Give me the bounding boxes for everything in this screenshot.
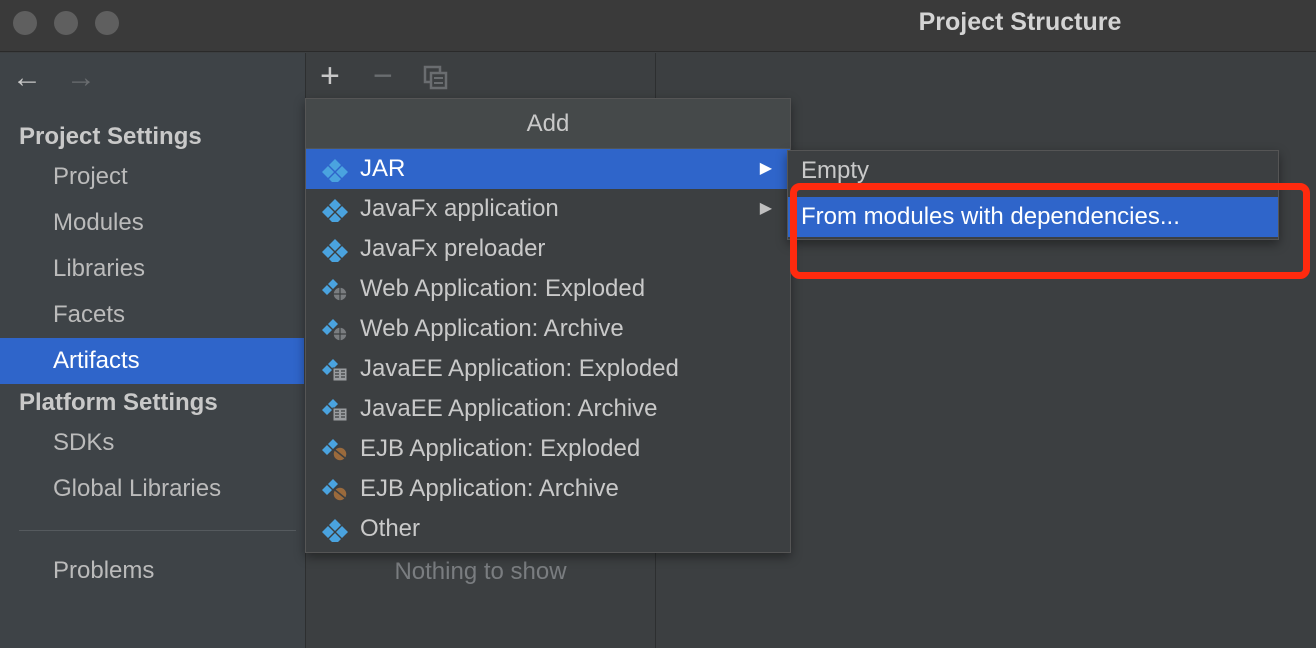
artifact-icon [322,519,348,542]
submenu-arrow-icon: ▶ [759,200,772,217]
sidebar-item-global-libraries[interactable]: Global Libraries [0,466,304,512]
empty-state-text: Nothing to show [394,558,567,585]
menu-item-label: Web Application: Archive [360,315,624,342]
web-artifact-icon [322,279,348,302]
menu-item-web-application-exploded[interactable]: Web Application: Exploded [306,269,790,309]
minimize-window-button[interactable] [54,11,78,35]
sidebar-item-modules[interactable]: Modules [0,200,304,246]
javaee-artifact-icon [322,399,348,422]
annotation-highlight-box [790,183,1310,279]
menu-header: Add [306,99,790,149]
menu-item-label: JavaEE Application: Exploded [360,355,679,382]
javaee-artifact-icon [322,359,348,382]
plus-icon: + [320,57,340,95]
add-artifact-button[interactable]: + [320,59,340,93]
sidebar-item-artifacts[interactable]: Artifacts [0,338,304,384]
menu-item-ejb-application-archive[interactable]: EJB Application: Archive [306,469,790,509]
menu-item-label: JavaFx application [360,195,559,222]
menu-item-label: JavaEE Application: Archive [360,395,658,422]
menu-item-label: EJB Application: Exploded [360,435,641,462]
copy-icon [423,65,448,90]
menu-item-other[interactable]: Other [306,509,790,549]
menu-item-javaee-application-exploded[interactable]: JavaEE Application: Exploded [306,349,790,389]
artifact-icon [322,159,348,182]
sidebar-item-problems[interactable]: Problems [0,548,304,594]
sidebar-item-libraries[interactable]: Libraries [0,246,304,292]
menu-item-javafx-application[interactable]: JavaFx application ▶ [306,189,790,229]
submenu-arrow-icon: ▶ [759,160,772,177]
web-artifact-icon [322,319,348,342]
menu-item-label: EJB Application: Archive [360,475,619,502]
platform-settings-heading: Platform Settings [19,389,218,416]
sidebar-item-sdks[interactable]: SDKs [0,420,304,466]
menu-item-ejb-application-exploded[interactable]: EJB Application: Exploded [306,429,790,469]
ejb-artifact-icon [322,439,348,462]
sidebar-divider [19,530,296,531]
close-window-button[interactable] [13,11,37,35]
minus-icon: − [373,57,393,95]
back-button[interactable]: ← [12,63,42,93]
menu-item-label: Web Application: Exploded [360,275,646,302]
forward-button[interactable]: → [66,63,96,93]
add-artifact-menu: Add JAR ▶ JavaFx application ▶ JavaFx pr… [305,98,791,553]
left-arrow-icon: ← [12,61,42,94]
copy-artifact-button[interactable] [423,63,449,97]
menu-item-web-application-archive[interactable]: Web Application: Archive [306,309,790,349]
right-arrow-icon: → [66,61,96,94]
remove-artifact-button[interactable]: − [373,59,393,93]
project-settings-heading: Project Settings [19,123,202,150]
menu-item-label: Other [360,515,421,542]
menu-item-label: JAR [360,155,406,182]
zoom-window-button[interactable] [95,11,119,35]
title-bar: Project Structure [0,0,1316,52]
ejb-artifact-icon [322,479,348,502]
menu-item-label: JavaFx preloader [360,235,546,262]
menu-item-javaee-application-archive[interactable]: JavaEE Application: Archive [306,389,790,429]
sidebar: ← → Project Settings Project Modules Lib… [0,53,305,648]
artifact-icon [322,239,348,262]
menu-item-jar[interactable]: JAR ▶ [306,149,790,189]
artifact-icon [322,199,348,222]
sidebar-item-facets[interactable]: Facets [0,292,304,338]
menu-item-javafx-preloader[interactable]: JavaFx preloader [306,229,790,269]
sidebar-item-project[interactable]: Project [0,154,304,200]
window-title: Project Structure [918,8,1122,36]
